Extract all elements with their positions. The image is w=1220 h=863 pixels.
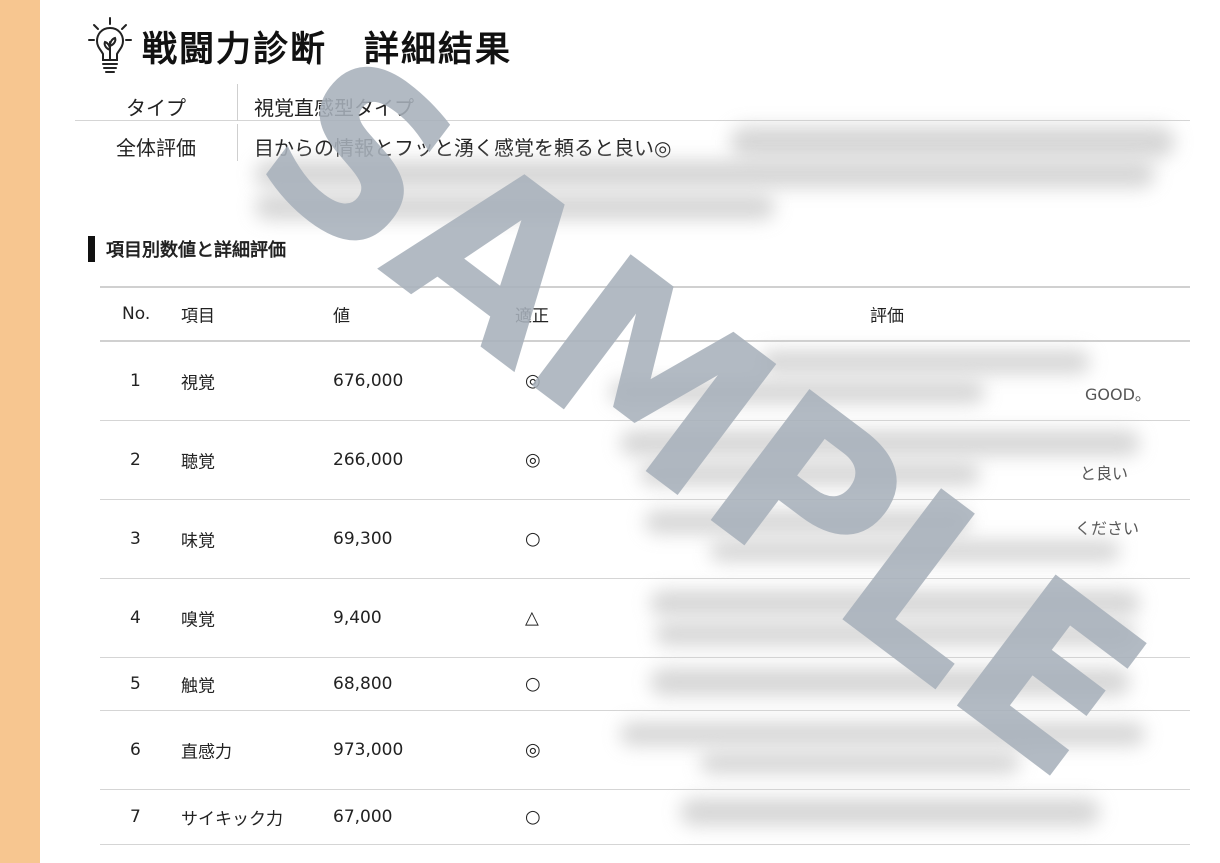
- blurred-text: [700, 752, 1020, 774]
- row-proper: ◎: [525, 739, 541, 761]
- row-proper: ○: [525, 806, 541, 828]
- row-item: 味覚: [181, 531, 215, 552]
- row-proper: ○: [525, 673, 541, 695]
- row-value: 69,300: [333, 529, 393, 549]
- blurred-text: [650, 590, 1140, 616]
- row-no: 2: [130, 450, 141, 470]
- row-proper: ◎: [525, 449, 541, 471]
- header-proper: 適正: [515, 306, 549, 327]
- page-title: 戦闘力診断 詳細結果: [142, 29, 513, 70]
- type-label: タイプ: [126, 96, 186, 120]
- header-eval: 評価: [870, 306, 904, 327]
- blurred-text: [620, 430, 1140, 456]
- row-eval-snippet: と良い: [1080, 464, 1129, 484]
- row-value: 68,800: [333, 674, 393, 694]
- row-value: 67,000: [333, 807, 393, 827]
- row-item: サイキック力: [181, 809, 283, 830]
- row-value: 676,000: [333, 371, 404, 391]
- row-proper: ◎: [525, 370, 541, 392]
- row-value: 9,400: [333, 608, 382, 628]
- blurred-text: [620, 722, 1145, 746]
- blurred-text: [760, 350, 1090, 374]
- row-eval-snippet: GOOD。: [1085, 385, 1151, 405]
- row-value: 973,000: [333, 740, 404, 760]
- blurred-text: [680, 798, 1100, 826]
- row-no: 5: [130, 674, 141, 694]
- row-item: 触覚: [181, 676, 215, 697]
- type-value: 視覚直感型タイプ: [237, 84, 414, 121]
- row-proper: △: [525, 607, 539, 629]
- blurred-text: [255, 160, 1155, 188]
- lightbulb-icon: [88, 17, 132, 73]
- row-no: 7: [130, 807, 141, 827]
- row-value: 266,000: [333, 450, 404, 470]
- type-row: タイプ 視覚直感型タイプ: [75, 84, 1190, 121]
- row-eval-snippet: ください: [1075, 518, 1140, 538]
- section-marker: [88, 236, 95, 262]
- section-title: 項目別数値と詳細評価: [88, 236, 286, 262]
- blurred-text: [710, 540, 1120, 562]
- row-item: 嗅覚: [181, 610, 215, 631]
- blurred-text: [650, 668, 1130, 696]
- blurred-text: [730, 126, 1175, 158]
- row-no: 1: [130, 371, 141, 391]
- header-value: 値: [333, 306, 350, 327]
- title-row: 戦闘力診断 詳細結果: [88, 14, 512, 78]
- table-header: No. 項目 値 適正 評価: [100, 288, 1190, 342]
- blurred-text: [255, 194, 775, 220]
- blurred-text: [655, 622, 1135, 646]
- blurred-text: [640, 462, 980, 486]
- overall-label: 全体評価: [116, 136, 196, 160]
- side-accent-bar: [0, 0, 40, 863]
- section-title-text: 項目別数値と詳細評価: [106, 240, 286, 261]
- blurred-text: [610, 380, 985, 404]
- overall-value: 目からの情報とフッと湧く感覚を頼ると良い◎: [237, 124, 671, 161]
- row-proper: ○: [525, 528, 541, 550]
- header-no: No.: [122, 304, 151, 324]
- row-item: 聴覚: [181, 452, 215, 473]
- row-no: 6: [130, 740, 141, 760]
- row-item: 視覚: [181, 373, 215, 394]
- row-no: 3: [130, 529, 141, 549]
- blurred-text: [645, 510, 970, 534]
- row-no: 4: [130, 608, 141, 628]
- header-item: 項目: [181, 306, 215, 327]
- row-item: 直感力: [181, 742, 232, 763]
